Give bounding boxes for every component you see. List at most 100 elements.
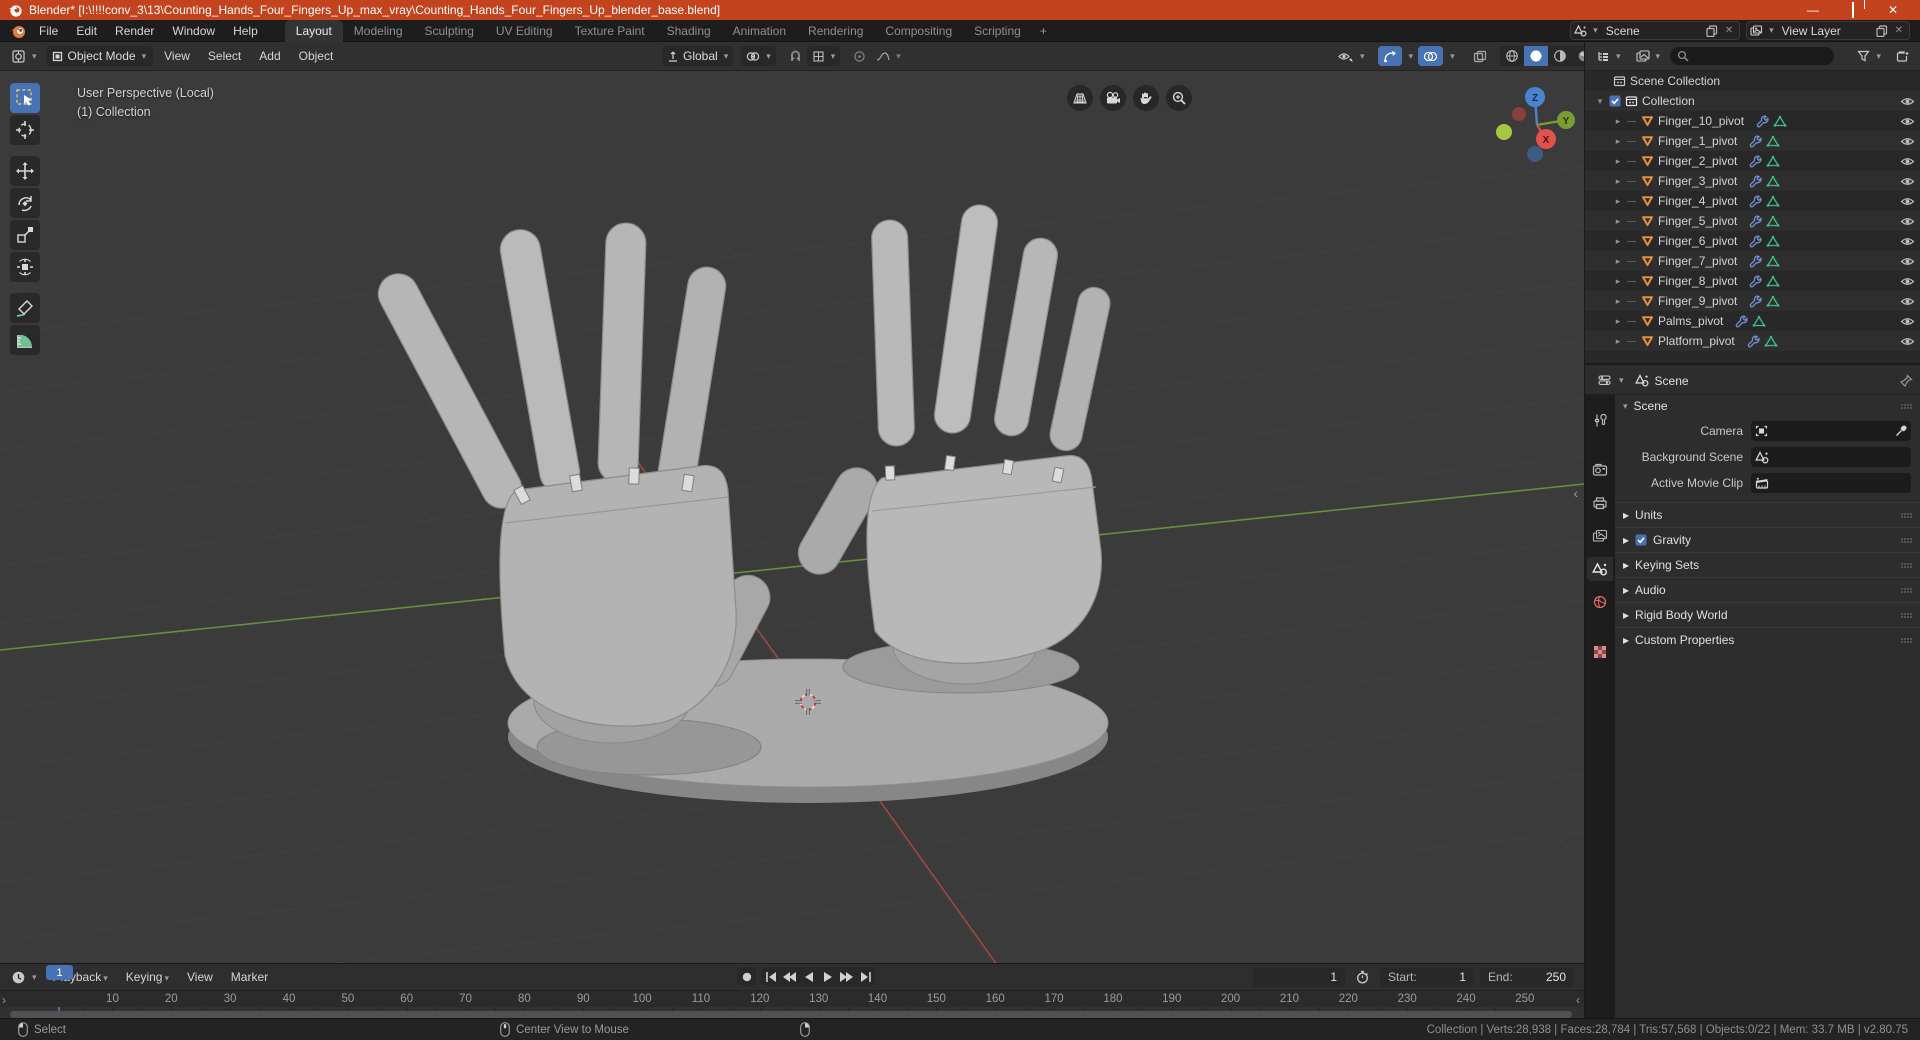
keying-sets-panel-header[interactable]: ▸ Keying Sets (1615, 552, 1920, 577)
menu-help[interactable]: Help (224, 20, 267, 42)
eye-icon[interactable] (1900, 256, 1915, 267)
outliner-object-row[interactable]: ▸ Finger_6_pivot (1585, 231, 1920, 251)
eye-icon[interactable] (1900, 156, 1915, 167)
annotate-tool[interactable] (10, 293, 40, 323)
tab-rendering[interactable]: Rendering (797, 20, 874, 42)
outliner-editor-type-button[interactable]: ▾ (1591, 46, 1626, 66)
jump-to-end-button[interactable] (856, 967, 875, 986)
eye-icon[interactable] (1900, 236, 1915, 247)
xray-toggle[interactable] (1468, 46, 1492, 66)
outliner-object-row[interactable]: ▸ Finger_5_pivot (1585, 211, 1920, 231)
blender-menu-logo-icon[interactable] (10, 23, 26, 39)
eye-icon[interactable] (1900, 296, 1915, 307)
menu-marker[interactable]: Marker (224, 967, 275, 987)
pin-icon[interactable] (1900, 374, 1913, 387)
eye-icon[interactable] (1900, 196, 1915, 207)
tab-layout[interactable]: Layout (284, 19, 343, 42)
view-layer-selector[interactable]: ▾ View Layer ✕ (1746, 21, 1910, 40)
units-panel-header[interactable]: ▸ Units (1615, 502, 1920, 527)
outliner-search-input[interactable] (1670, 47, 1835, 65)
remove-view-layer-icon[interactable]: ✕ (1892, 25, 1906, 36)
outliner-object-row[interactable]: ▸ Palms_pivot (1585, 311, 1920, 331)
restore-button[interactable] (1846, 2, 1860, 18)
pan-view-icon[interactable] (1133, 85, 1159, 111)
new-view-layer-icon[interactable] (1876, 24, 1888, 37)
orientation-selector[interactable]: Global ▾ (662, 46, 734, 66)
menu-select[interactable]: Select (201, 46, 248, 66)
move-tool[interactable] (10, 156, 40, 186)
timeline-ruler[interactable]: 10 20 30 40 50 60 70 80 90 100 110 120 130 140 150 160 1… (0, 990, 1584, 1008)
gravity-panel-header[interactable]: ▸ Gravity (1615, 527, 1920, 552)
scene-collection-row[interactable]: Scene Collection (1585, 71, 1920, 91)
menu-add[interactable]: Add (252, 46, 287, 66)
gizmos-toggle[interactable] (1377, 46, 1402, 66)
editor-type-button[interactable]: ▾ (6, 46, 42, 66)
view-layer-name[interactable]: View Layer (1778, 24, 1872, 38)
toggle-perspective-icon[interactable] (1067, 85, 1093, 111)
cursor-tool[interactable] (10, 115, 40, 145)
minimize-button[interactable]: — (1806, 3, 1820, 17)
active-movie-clip-field[interactable] (1751, 473, 1911, 493)
tab-uv-editing[interactable]: UV Editing (485, 20, 564, 42)
new-collection-button[interactable] (1891, 46, 1915, 66)
tab-scripting[interactable]: Scripting (963, 20, 1032, 42)
timeline-expand-toggle[interactable]: › (2, 993, 6, 1007)
custom-properties-panel-header[interactable]: ▸ Custom Properties (1615, 627, 1920, 652)
gizmos-dropdown[interactable]: ▾ (1402, 46, 1419, 66)
select-box-tool[interactable] (10, 83, 40, 113)
eye-icon[interactable] (1900, 276, 1915, 287)
properties-editor-type-button[interactable]: ▾ (1593, 371, 1629, 391)
tab-view-layer[interactable] (1587, 524, 1613, 548)
outliner-object-row[interactable]: ▸ Finger_10_pivot (1585, 111, 1920, 131)
outliner-object-row[interactable]: ▸ Finger_1_pivot (1585, 131, 1920, 151)
tab-texture[interactable] (1587, 640, 1613, 664)
tab-sculpting[interactable]: Sculpting (414, 20, 485, 42)
eye-icon[interactable] (1900, 316, 1915, 327)
close-button[interactable]: ✕ (1886, 3, 1900, 17)
overlays-dropdown[interactable]: ▾ (1443, 46, 1460, 66)
eye-icon[interactable] (1900, 216, 1915, 227)
camera-field[interactable] (1751, 421, 1911, 441)
outliner-object-row[interactable]: ▸ Finger_4_pivot (1585, 191, 1920, 211)
shading-material-button[interactable] (1548, 46, 1572, 66)
tab-world[interactable] (1587, 590, 1613, 614)
jump-to-start-button[interactable] (761, 967, 780, 986)
scene-name[interactable]: Scene (1602, 24, 1702, 38)
zoom-view-icon[interactable] (1166, 85, 1192, 111)
menu-edit[interactable]: Edit (67, 20, 106, 42)
eye-icon[interactable] (1900, 336, 1915, 347)
next-keyframe-button[interactable] (837, 967, 856, 986)
audio-panel-header[interactable]: ▸ Audio (1615, 577, 1920, 602)
timeline-editor-type-button[interactable]: ▾ (6, 967, 42, 987)
outliner-object-row[interactable]: ▸ Finger_7_pivot (1585, 251, 1920, 271)
eye-icon[interactable] (1900, 136, 1915, 147)
shading-wireframe-button[interactable] (1500, 46, 1524, 66)
prev-keyframe-button[interactable] (780, 967, 799, 986)
tab-texture-paint[interactable]: Texture Paint (564, 20, 656, 42)
outliner-display-mode-button[interactable]: ▾ (1631, 46, 1666, 66)
panel-drag-handle[interactable] (1901, 403, 1913, 409)
measure-tool[interactable] (10, 325, 40, 355)
tab-tool[interactable] (1587, 408, 1613, 432)
snap-toggle[interactable] (784, 46, 807, 66)
menu-file[interactable]: File (30, 20, 67, 42)
snap-target-selector[interactable]: ▾ (806, 46, 841, 66)
camera-view-icon[interactable] (1100, 85, 1126, 111)
shading-solid-button[interactable] (1523, 46, 1548, 66)
menu-window[interactable]: Window (163, 20, 224, 42)
unlink-scene-icon[interactable]: ✕ (1722, 25, 1736, 36)
end-frame-field[interactable]: End: 250 (1480, 967, 1574, 987)
rotate-tool[interactable] (10, 188, 40, 218)
current-frame-field[interactable]: 1 (1253, 967, 1345, 987)
outliner-object-row[interactable]: ▸ Platform_pivot (1585, 331, 1920, 351)
scene-panel-header[interactable]: ▾ Scene (1615, 394, 1920, 418)
tab-modeling[interactable]: Modeling (343, 20, 414, 42)
play-button[interactable] (818, 967, 837, 986)
menu-view[interactable]: View (157, 46, 197, 66)
tab-output[interactable] (1587, 491, 1613, 515)
pivot-point-selector[interactable]: ▾ (741, 46, 776, 66)
proportional-falloff-selector[interactable]: ▾ (871, 46, 906, 66)
scene-selector[interactable]: ▾ Scene ✕ (1570, 21, 1741, 40)
eye-icon[interactable] (1900, 176, 1915, 187)
outliner-object-row[interactable]: ▸ Finger_2_pivot (1585, 151, 1920, 171)
